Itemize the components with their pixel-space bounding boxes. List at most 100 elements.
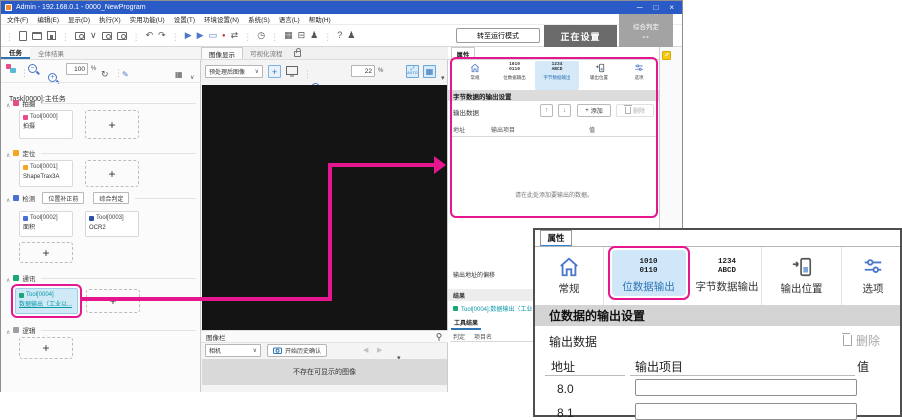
add-tool-button[interactable] xyxy=(86,289,140,313)
image-zoom-input[interactable] xyxy=(351,65,375,77)
menu-edit[interactable]: 编辑(E) xyxy=(37,14,59,24)
collapse-icon[interactable] xyxy=(6,94,10,112)
callout-delete-button[interactable]: 删除 xyxy=(843,332,880,349)
camera-dropdown-icon[interactable]: ∨ xyxy=(90,31,97,40)
menu-system[interactable]: 系统(S) xyxy=(248,14,270,24)
flow-zoom-input[interactable] xyxy=(66,63,88,75)
swap-icon[interactable]: ⇄ xyxy=(231,31,239,40)
layout-switch-icon[interactable] xyxy=(175,64,183,82)
prop-tab-general[interactable]: 常规 xyxy=(456,61,494,90)
prop-tab-byte-data-output[interactable]: 1234 ABCD 字节数据输出 xyxy=(535,61,579,90)
image-source-dropdown[interactable]: 预处理后图像 xyxy=(205,65,263,78)
callout-tab-output-position[interactable]: 输出位置 xyxy=(762,247,842,305)
add-tool-button[interactable] xyxy=(85,160,139,187)
tab-tool-result[interactable]: 工具结果 xyxy=(451,317,481,330)
prop-tab-bit-data-output[interactable]: 1010 0110 位数据输出 xyxy=(494,61,535,90)
zoom-out-icon[interactable] xyxy=(28,64,37,73)
tool-card-ocr2[interactable]: Tool[0003] OCR2 xyxy=(85,211,139,237)
callout-tab-byte-data-output[interactable]: 1234 ABCD 字节数据输出 xyxy=(693,247,762,305)
flow-run-icon[interactable]: ▶ xyxy=(197,31,204,40)
collapse-icon[interactable] xyxy=(6,189,10,207)
grid-view-icon[interactable]: ▦ xyxy=(423,65,436,78)
move-down-button[interactable] xyxy=(558,104,571,117)
account-icon[interactable]: ♟ xyxy=(347,31,355,40)
tool-card-area[interactable]: Tool[0002] 面积 xyxy=(19,211,73,237)
rotate-icon[interactable] xyxy=(101,64,109,82)
minimize-button[interactable]: ─ xyxy=(637,4,643,12)
add-tool-button[interactable] xyxy=(85,110,139,139)
menu-environment[interactable]: 环境设置(N) xyxy=(204,14,239,24)
add-tool-button[interactable] xyxy=(19,242,73,263)
menu-view[interactable]: 显示(D) xyxy=(68,14,90,24)
tab-overall-results[interactable]: 全体结果 xyxy=(30,47,72,59)
save-icon[interactable] xyxy=(47,31,56,40)
overall-judgement-settings-button[interactable]: 综合判定 xyxy=(93,192,129,204)
user-icon[interactable]: ♟ xyxy=(310,31,318,40)
undo-icon[interactable]: ↶ xyxy=(146,31,154,40)
open-folder-icon[interactable] xyxy=(32,32,42,40)
add-output-button[interactable]: +添加 xyxy=(577,104,611,117)
prop-tab-output-position[interactable]: 输出位置 xyxy=(579,61,620,90)
next-image-icon[interactable]: ▶ xyxy=(377,346,382,354)
pre-position-compensation-button[interactable]: 位置补正前 xyxy=(42,192,84,204)
tab-image-display[interactable]: 图像显示 xyxy=(201,47,243,59)
maximize-button[interactable]: □ xyxy=(653,4,658,12)
camera-continuous-icon[interactable] xyxy=(117,32,127,40)
tab-visual-flow[interactable]: 可视化流程 xyxy=(243,47,290,59)
collapse-icon[interactable] xyxy=(6,321,10,339)
row-output-item-input[interactable] xyxy=(635,379,857,396)
section-header-logic[interactable]: 逻辑 xyxy=(6,324,196,336)
help-icon[interactable]: ? xyxy=(337,31,342,40)
menu-utility[interactable]: 实用功能(U) xyxy=(130,14,165,24)
section-header-inspection[interactable]: 检测 位置补正前 综合判定 xyxy=(6,192,196,204)
camera-dropdown[interactable]: 相机 xyxy=(205,344,261,357)
record-icon[interactable]: ● xyxy=(222,33,226,39)
move-up-button[interactable] xyxy=(540,104,553,117)
camera-trigger-icon[interactable] xyxy=(102,32,112,40)
toolbar-more-icon[interactable] xyxy=(441,67,445,85)
menu-settings[interactable]: 设置(T) xyxy=(174,14,195,24)
callout-tab-properties[interactable]: 属性 xyxy=(540,230,572,247)
tool-card-data-output[interactable]: Tool[0004] 数据输出（工业以... xyxy=(15,288,78,314)
image-canvas[interactable] xyxy=(202,85,447,330)
redo-icon[interactable]: ↷ xyxy=(158,31,166,40)
delete-output-button[interactable]: 删除 xyxy=(616,104,654,117)
note-icon[interactable] xyxy=(662,51,671,60)
section-header-communication[interactable]: 通讯 xyxy=(6,272,196,284)
new-file-icon[interactable] xyxy=(19,31,27,41)
close-button[interactable]: × xyxy=(669,4,674,12)
prev-image-icon[interactable]: ◀ xyxy=(363,346,368,354)
prop-tab-options[interactable]: 选项 xyxy=(620,61,658,90)
tool-card-shapetrax[interactable]: Tool[0001] ShapeTrax3A xyxy=(19,160,73,187)
layout-grid-icon[interactable]: ▦ xyxy=(284,31,293,40)
edit-flow-icon[interactable] xyxy=(122,64,129,82)
menu-help[interactable]: 帮助(H) xyxy=(309,14,331,24)
pin-icon[interactable] xyxy=(435,333,443,341)
add-tool-button[interactable] xyxy=(19,337,73,359)
collapse-icon[interactable] xyxy=(6,269,10,287)
collapse-icon[interactable] xyxy=(6,144,10,162)
tab-task[interactable]: 任务 xyxy=(1,47,30,59)
callout-tab-bit-data-output[interactable]: 1010 0110 位数据输出 xyxy=(604,247,693,305)
section-header-capture[interactable]: 拍摄 xyxy=(6,97,196,109)
tool-card-capture[interactable]: Tool[0000] 拍摄 xyxy=(19,110,73,139)
section-header-positioning[interactable]: 定位 xyxy=(6,147,196,159)
step-run-icon[interactable]: ▶ xyxy=(185,31,192,40)
add-view-button[interactable]: + xyxy=(268,65,281,78)
clock-icon[interactable]: ◷ xyxy=(257,31,265,40)
callout-tab-general[interactable]: 常规 xyxy=(535,247,604,305)
row-output-item-input[interactable] xyxy=(635,403,857,420)
monitor-icon[interactable]: ⊟ xyxy=(298,31,306,40)
menu-language[interactable]: 语言(L) xyxy=(279,14,300,24)
menu-file[interactable]: 文件(F) xyxy=(7,14,28,24)
flow-window-icon[interactable]: ▭ xyxy=(209,31,218,40)
menu-run[interactable]: 执行(X) xyxy=(99,14,121,24)
camera-measure-icon[interactable] xyxy=(75,32,85,40)
zoom-in-icon[interactable] xyxy=(48,73,57,82)
switch-to-run-mode-button[interactable]: 转至运行模式 xyxy=(456,28,540,43)
title-bar[interactable]: Admin - 192.168.0.1 - 0000_NewProgram ─ … xyxy=(1,1,682,14)
start-history-confirm-button[interactable]: 开始历史确认 xyxy=(267,344,327,357)
screen-icon[interactable] xyxy=(286,66,298,77)
callout-tab-options[interactable]: 选项 xyxy=(842,247,902,305)
auto-fit-icon[interactable]: ⤢ AUTO xyxy=(406,65,419,78)
